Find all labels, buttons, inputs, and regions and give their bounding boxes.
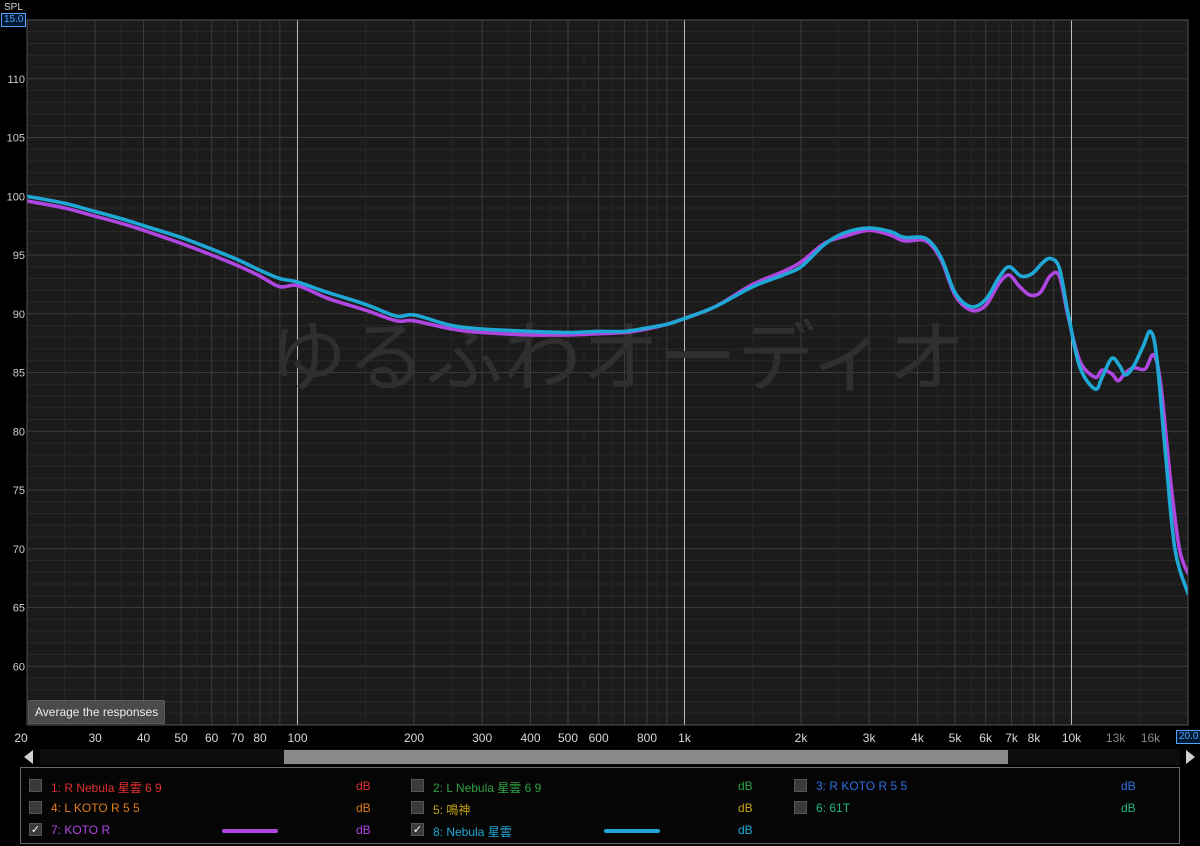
x-tick-label: 800	[637, 731, 657, 745]
y-tick-label: 65	[13, 603, 25, 615]
x-tick-label: 5k	[949, 731, 963, 745]
legend-item-name: 5: 鳴神	[433, 803, 471, 817]
legend-item-8[interactable]: ✓ 8: Nebula 星雲 dB	[411, 822, 771, 840]
legend-item-name: 6: 61T	[816, 801, 851, 815]
x-tick-label: 1k	[678, 731, 692, 745]
y-tick-label: 100	[7, 191, 25, 203]
legend-item-unit: dB	[738, 779, 753, 793]
y-axis-label: SPL	[4, 2, 23, 13]
x-tick-label: 3k	[863, 731, 877, 745]
y-tick-label: 70	[13, 544, 25, 556]
x-tick-label: 600	[589, 731, 609, 745]
legend-checkbox[interactable]	[794, 801, 807, 814]
legend-checkbox[interactable]: ✓	[411, 823, 424, 836]
frequency-response-plot[interactable]: ゆるふわオーディオ 60 65 70 75 80 85 90 95 100 105 110 20 30 40…	[0, 0, 1200, 846]
scroll-left-arrow-icon[interactable]	[24, 750, 33, 764]
legend-item-unit: dB	[356, 823, 371, 837]
legend-item-name: 8: Nebula 星雲	[433, 825, 512, 839]
x-tick-label: 100	[287, 731, 307, 745]
x-tick-label: 13k	[1106, 731, 1126, 745]
x-tick-label: 60	[205, 731, 219, 745]
x-tick-label: 20	[14, 731, 28, 745]
legend-line-swatch	[222, 829, 278, 833]
legend-item-2[interactable]: 2: L Nebula 星雲 6 9 dB	[411, 778, 771, 796]
legend-item-unit: dB	[1121, 779, 1136, 793]
legend-item-name: 7: KOTO R	[51, 823, 111, 837]
legend-checkbox[interactable]	[29, 801, 42, 814]
y-tick-label: 80	[13, 426, 25, 438]
x-tick-label: 50	[174, 731, 188, 745]
legend-item-unit: dB	[738, 801, 753, 815]
y-tick-label: 75	[13, 485, 25, 497]
y-tick-label: 90	[13, 309, 25, 321]
legend-item-7[interactable]: ✓ 7: KOTO R dB	[29, 822, 389, 840]
legend-item-name: 1: R Nebula 星雲 6 9	[51, 781, 162, 795]
legend-checkbox[interactable]	[411, 801, 424, 814]
y-axis-top-value[interactable]: 15.0	[1, 13, 27, 27]
x-tick-label: 4k	[911, 731, 925, 745]
legend-checkbox[interactable]: ✓	[29, 823, 42, 836]
legend-checkbox[interactable]	[794, 779, 807, 792]
legend-checkbox[interactable]	[411, 779, 424, 792]
x-tick-label: 8k	[1028, 731, 1042, 745]
y-tick-label: 95	[13, 250, 25, 262]
x-tick-label: 200	[404, 731, 424, 745]
x-tick-label: 40	[137, 731, 151, 745]
x-tick-label: 500	[558, 731, 578, 745]
x-tick-label: 7k	[1005, 731, 1019, 745]
y-tick-label: 60	[13, 661, 25, 673]
x-tick-label: 70	[231, 731, 245, 745]
x-tick-label: 10k	[1062, 731, 1082, 745]
legend-item-unit: dB	[738, 823, 753, 837]
x-tick-label: 6k	[979, 731, 993, 745]
legend-item-name: 2: L Nebula 星雲 6 9	[433, 781, 542, 795]
x-tick-label: 300	[472, 731, 492, 745]
legend-checkbox[interactable]	[29, 779, 42, 792]
x-tick-label: 80	[253, 731, 267, 745]
x-tick-label: 2k	[795, 731, 809, 745]
y-tick-label: 110	[7, 74, 25, 86]
legend-item-1[interactable]: 1: R Nebula 星雲 6 9 dB	[29, 778, 389, 796]
legend-item-5[interactable]: 5: 鳴神 dB	[411, 800, 771, 818]
legend-item-3[interactable]: 3: R KOTO R 5 5 dB	[794, 778, 1154, 796]
x-tick-label: 16k	[1141, 731, 1161, 745]
y-tick-label: 85	[13, 368, 25, 380]
legend-item-unit: dB	[1121, 801, 1136, 815]
x-tick-label: 30	[88, 731, 102, 745]
scrollbar-thumb[interactable]	[284, 750, 1008, 764]
legend-item-6[interactable]: 6: 61T dB	[794, 800, 1154, 818]
watermark-text: ゆるふわオーディオ	[269, 313, 966, 403]
legend-item-name: 3: R KOTO R 5 5	[816, 779, 908, 793]
legend-item-name: 4: L KOTO R 5 5	[51, 801, 140, 815]
legend-item-4[interactable]: 4: L KOTO R 5 5 dB	[29, 800, 389, 818]
legend-item-unit: dB	[356, 801, 371, 815]
legend-line-swatch	[604, 829, 660, 833]
average-responses-button[interactable]: Average the responses	[28, 700, 166, 724]
scroll-right-arrow-icon[interactable]	[1186, 750, 1195, 764]
legend-item-unit: dB	[356, 779, 371, 793]
legend-panel: 1: R Nebula 星雲 6 9 dB 2: L Nebula 星雲 6 9…	[20, 767, 1180, 844]
x-tick-label: 400	[520, 731, 540, 745]
x-axis-end-value[interactable]: 20.0	[1176, 730, 1200, 744]
y-tick-label: 105	[7, 133, 25, 145]
